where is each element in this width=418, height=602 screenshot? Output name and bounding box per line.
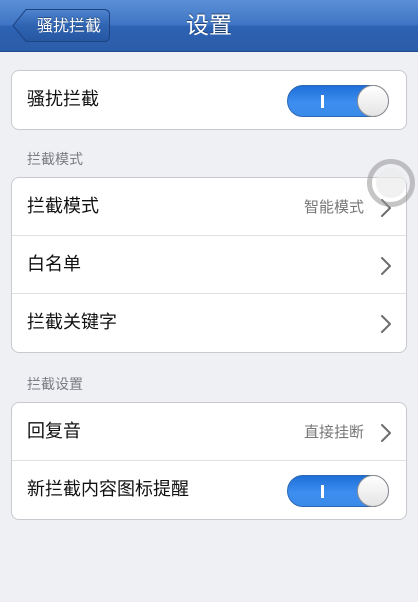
row-label: 拦截关键字: [27, 312, 117, 333]
new-block-notify-toggle[interactable]: [287, 475, 389, 507]
back-button-label: 骚扰拦截: [36, 16, 101, 35]
page-title: 设置: [186, 13, 232, 39]
row-value: 直接挂断: [303, 423, 364, 441]
row-value: 智能模式: [303, 198, 364, 216]
group-main: 骚扰拦截: [11, 70, 407, 130]
row-whitelist[interactable]: 白名单: [12, 236, 406, 294]
harassment-block-toggle[interactable]: [287, 85, 389, 117]
row-label: 回复音: [27, 421, 81, 442]
toggle-on-icon: [321, 95, 324, 108]
toggle-knob: [357, 475, 389, 507]
back-button[interactable]: 骚扰拦截: [12, 9, 110, 42]
group-settings: 回复音 直接挂断 新拦截内容图标提醒: [11, 402, 407, 520]
assistive-touch-inner: [376, 168, 406, 198]
chevron-right-icon: [381, 257, 391, 275]
row-new-block-notify: 新拦截内容图标提醒: [12, 461, 406, 519]
chevron-right-icon: [381, 315, 391, 333]
row-label: 新拦截内容图标提醒: [27, 479, 189, 500]
row-reply-tone[interactable]: 回复音 直接挂断: [12, 403, 406, 461]
section-header-mode: 拦截模式: [27, 152, 83, 168]
chevron-right-icon: [381, 424, 391, 442]
toggle-on-icon: [321, 485, 324, 498]
row-label: 白名单: [27, 254, 81, 275]
row-label: 拦截模式: [27, 196, 99, 217]
section-header-settings: 拦截设置: [27, 377, 83, 393]
row-harassment-block: 骚扰拦截: [12, 71, 406, 129]
row-block-mode[interactable]: 拦截模式 智能模式: [12, 178, 406, 236]
assistive-touch-button[interactable]: [367, 159, 415, 207]
navigation-bar: 骚扰拦截 设置: [0, 0, 418, 52]
row-label: 骚扰拦截: [27, 89, 99, 110]
group-mode: 拦截模式 智能模式 白名单 拦截关键字: [11, 177, 407, 353]
toggle-knob: [357, 85, 389, 117]
row-block-keywords[interactable]: 拦截关键字: [12, 294, 406, 352]
